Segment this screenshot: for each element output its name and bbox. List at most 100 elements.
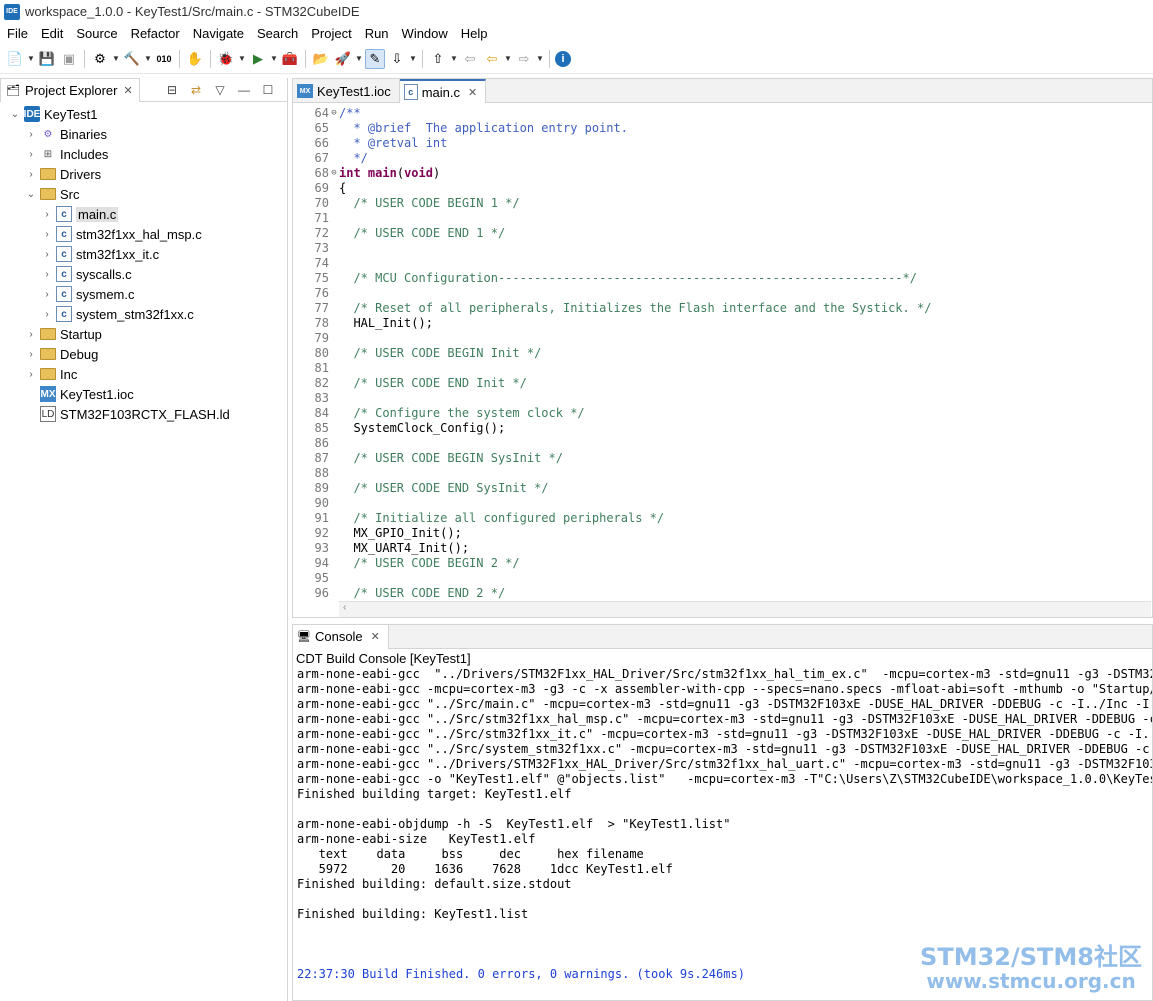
gear-dropdown-icon[interactable]: ▼: [111, 49, 121, 69]
tree-item[interactable]: › c stm32f1xx_hal_msp.c: [0, 224, 287, 244]
menu-run[interactable]: Run: [358, 26, 395, 41]
tree-item-label: stm32f1xx_hal_msp.c: [76, 226, 202, 242]
menu-project[interactable]: Project: [304, 26, 357, 41]
code-token: /* USER CODE BEGIN 1 */: [353, 195, 520, 210]
tree-item[interactable]: ⌄ IDE KeyTest1: [0, 104, 287, 124]
external-tools-icon[interactable]: 🧰: [280, 49, 300, 69]
tree-item[interactable]: MX KeyTest1.ioc: [0, 384, 287, 404]
title-bar: IDE workspace_1.0.0 - KeyTest1/Src/main.…: [0, 0, 1153, 23]
code-line: 83: [293, 390, 1152, 405]
tree-item[interactable]: › c system_stm32f1xx.c: [0, 304, 287, 324]
prev-annotation-icon[interactable]: ⇧: [428, 49, 448, 69]
tree-item[interactable]: › Inc: [0, 364, 287, 384]
tree-item[interactable]: › Drivers: [0, 164, 287, 184]
fold-toggle-icon[interactable]: ⊖: [329, 108, 339, 118]
forward-arrow-icon[interactable]: ⇨: [514, 49, 534, 69]
run-icon[interactable]: ▶: [248, 49, 268, 69]
code-line: 78 HAL_Init();: [293, 315, 1152, 330]
menu-file[interactable]: File: [0, 26, 34, 41]
tab-keytest1-ioc[interactable]: MX KeyTest1.ioc: [293, 79, 400, 103]
maximize-icon[interactable]: ☐: [259, 81, 277, 99]
menu-help[interactable]: Help: [454, 26, 494, 41]
device-icon[interactable]: ✋: [185, 49, 205, 69]
link-with-editor-icon[interactable]: ⇄: [187, 81, 205, 99]
close-icon[interactable]: ✕: [468, 86, 477, 99]
next-annotation-icon[interactable]: ⇩: [387, 49, 407, 69]
tree-item[interactable]: LD STM32F103RCTX_FLASH.ld: [0, 404, 287, 424]
menu-refactor[interactable]: Refactor: [124, 26, 186, 41]
c-file-icon: c: [56, 286, 72, 302]
chevron-right-icon[interactable]: ›: [24, 349, 38, 360]
code-text: /* Initialize all configured peripherals…: [339, 511, 664, 525]
binaries-icon: ⚙: [43, 128, 53, 140]
minimize-icon[interactable]: —: [235, 81, 253, 99]
save-all-icon[interactable]: ▣: [59, 49, 79, 69]
tree-item-label: system_stm32f1xx.c: [76, 306, 194, 322]
forward-dropdown-icon[interactable]: ▼: [535, 49, 545, 69]
tree-item[interactable]: › Debug: [0, 344, 287, 364]
gear-icon[interactable]: ⚙: [90, 49, 110, 69]
run-dropdown-icon[interactable]: ▼: [269, 49, 279, 69]
tab-main-c[interactable]: c main.c ✕: [399, 79, 487, 103]
tree-item[interactable]: › ⊞ Includes: [0, 144, 287, 164]
chevron-right-icon[interactable]: ›: [40, 269, 54, 280]
close-icon[interactable]: ✕: [123, 84, 132, 97]
menu-edit[interactable]: Edit: [34, 26, 69, 41]
menu-navigate[interactable]: Navigate: [186, 26, 250, 41]
code-line: 64 ⊖/**: [293, 105, 1152, 120]
info-icon[interactable]: i: [555, 50, 571, 67]
chevron-right-icon[interactable]: ›: [24, 369, 38, 380]
fold-toggle-icon[interactable]: ⊖: [329, 168, 339, 178]
last-edit-icon[interactable]: ⇦: [460, 49, 480, 69]
console-output[interactable]: arm-none-eabi-gcc "../Drivers/STM32F1xx_…: [293, 667, 1152, 987]
tree-item[interactable]: › Startup: [0, 324, 287, 344]
build-dropdown-icon[interactable]: ▼: [143, 49, 153, 69]
menu-source[interactable]: Source: [69, 26, 123, 41]
folder-icon: [40, 166, 56, 182]
close-icon[interactable]: ✕: [371, 630, 380, 643]
back-dropdown-icon[interactable]: ▼: [503, 49, 513, 69]
tree-item[interactable]: › c sysmem.c: [0, 284, 287, 304]
next-annotation-dropdown-icon[interactable]: ▼: [408, 49, 418, 69]
chevron-right-icon[interactable]: ›: [40, 229, 54, 240]
prev-annotation-dropdown-icon[interactable]: ▼: [449, 49, 459, 69]
chevron-right-icon[interactable]: ›: [24, 169, 38, 180]
chevron-right-icon[interactable]: ›: [40, 209, 54, 220]
back-arrow-icon[interactable]: ⇦: [482, 49, 502, 69]
open-task-icon[interactable]: 🚀: [333, 49, 353, 69]
collapse-all-icon[interactable]: ⊟: [163, 81, 181, 99]
tree-item[interactable]: › c syscalls.c: [0, 264, 287, 284]
tree-item[interactable]: › c stm32f1xx_it.c: [0, 244, 287, 264]
chevron-right-icon[interactable]: ›: [40, 289, 54, 300]
debug-bug-icon[interactable]: 🐞: [216, 49, 236, 69]
line-number: 66: [314, 135, 329, 150]
tree-item[interactable]: › ⚙ Binaries: [0, 124, 287, 144]
menu-search[interactable]: Search: [250, 26, 304, 41]
code-token: ): [432, 165, 441, 180]
tree-item[interactable]: ⌄ Src: [0, 184, 287, 204]
code-area[interactable]: 64 ⊖/** 65 * @brief The application entry …: [293, 105, 1152, 601]
chevron-right-icon[interactable]: ›: [24, 129, 38, 140]
horizontal-scrollbar[interactable]: ‹: [339, 601, 1151, 617]
chevron-right-icon[interactable]: ›: [40, 309, 54, 320]
menu-window[interactable]: Window: [395, 26, 454, 41]
tab-console[interactable]: 🖥 Console ✕: [293, 624, 389, 649]
new-icon[interactable]: 📄: [5, 49, 25, 69]
highlight-pen-icon[interactable]: ✎: [365, 48, 385, 69]
debug-dropdown-icon[interactable]: ▼: [237, 49, 247, 69]
chevron-down-icon[interactable]: ⌄: [24, 189, 38, 200]
chevron-down-icon[interactable]: ⌄: [8, 109, 22, 120]
view-menu-icon[interactable]: ▽: [211, 81, 229, 99]
chevron-right-icon[interactable]: ›: [40, 249, 54, 260]
build-hammer-icon[interactable]: 🔨: [122, 49, 142, 69]
tab-project-explorer[interactable]: 🗂 Project Explorer ✕: [0, 77, 140, 102]
save-icon[interactable]: 💾: [37, 49, 57, 69]
tree-item[interactable]: › c main.c: [0, 204, 287, 224]
open-folder-icon[interactable]: 📂: [311, 49, 331, 69]
new-dropdown-icon[interactable]: ▼: [26, 49, 36, 69]
chevron-right-icon[interactable]: ›: [24, 329, 38, 340]
chevron-right-icon[interactable]: ›: [24, 149, 38, 160]
binary-icon[interactable]: 010: [154, 49, 174, 69]
open-task-dropdown-icon[interactable]: ▼: [354, 49, 364, 69]
